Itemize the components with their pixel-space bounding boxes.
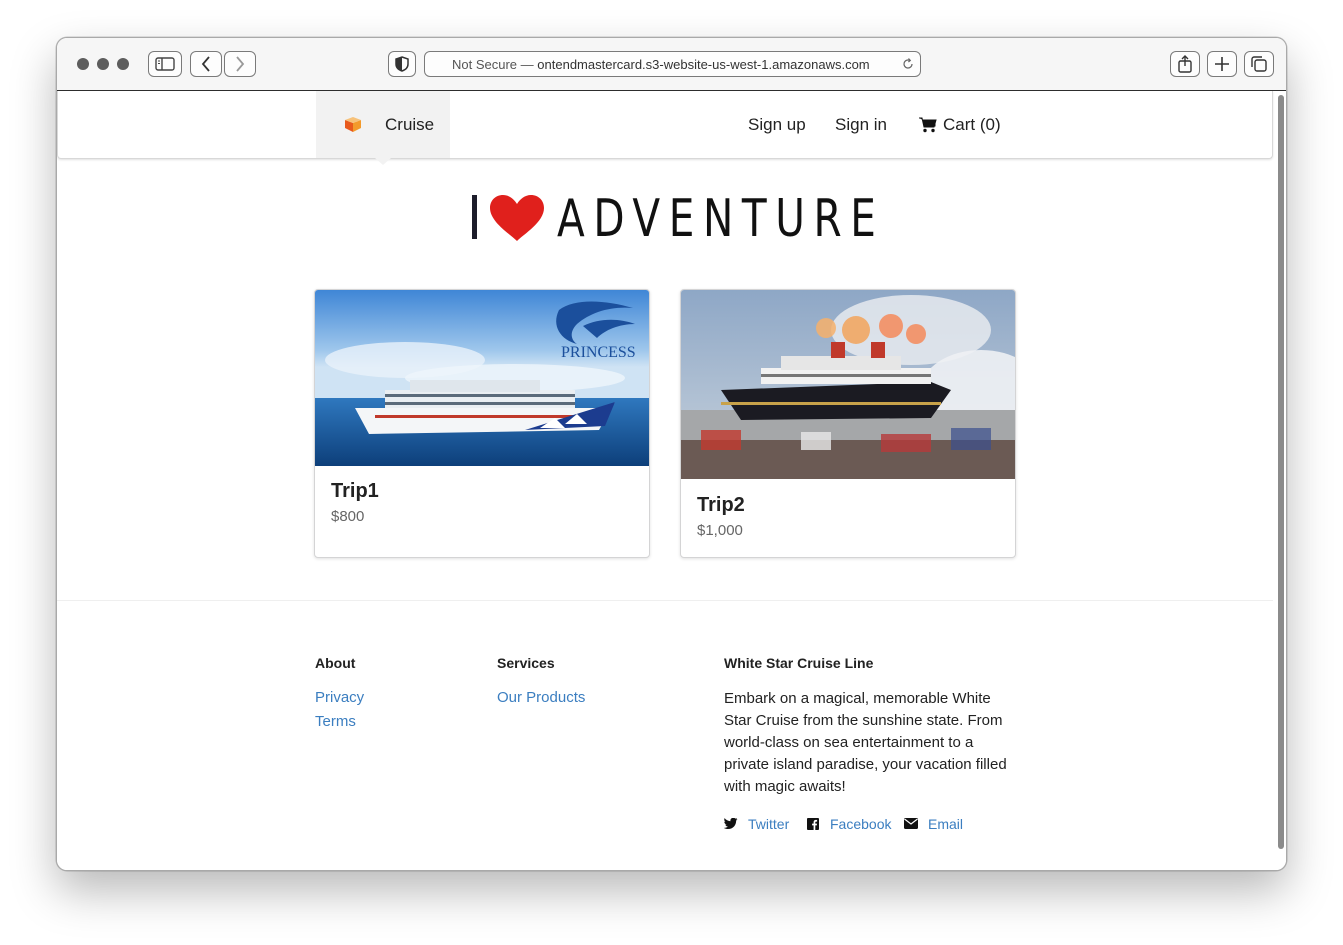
privacy-report-button[interactable]: [388, 51, 416, 77]
hero-word: ADVENTURE: [557, 189, 885, 249]
facebook-link[interactable]: Facebook: [830, 816, 891, 832]
shopping-cart-icon[interactable]: [919, 117, 937, 133]
sign-in-link[interactable]: Sign in: [835, 115, 887, 135]
sidebar-toggle-button[interactable]: [148, 51, 182, 77]
trip-card[interactable]: Trip2 $1,000: [680, 289, 1016, 558]
footer-company-heading: White Star Cruise Line: [724, 655, 874, 671]
browser-toolbar: Not Secure — ontendmastercard.s3-website…: [57, 38, 1286, 91]
trip-price: $800: [331, 508, 365, 525]
trip-card[interactable]: PRINCESS Trip1 $800: [314, 289, 650, 558]
minimize-window-button[interactable]: [97, 58, 109, 70]
cruise-logo-icon: [345, 117, 361, 132]
vertical-scrollbar[interactable]: [1278, 95, 1284, 849]
facebook-icon[interactable]: [807, 818, 819, 830]
footer-about-heading: About: [315, 655, 356, 671]
plus-icon: [1215, 57, 1229, 71]
footer-services-heading: Services: [497, 655, 555, 671]
heart-icon: [490, 195, 544, 241]
share-icon: [1178, 55, 1192, 73]
address-url: ontendmastercard.s3-website-us-west-1.am…: [537, 56, 870, 72]
share-button[interactable]: [1170, 51, 1200, 77]
brand-label: Cruise: [385, 115, 435, 134]
twitter-link[interactable]: Twitter: [748, 816, 789, 832]
hero-heading: ADVENTURE: [57, 189, 1273, 249]
chevron-right-icon: [236, 56, 245, 72]
chevron-left-icon: [201, 56, 210, 72]
twitter-icon[interactable]: [724, 818, 738, 830]
terms-link[interactable]: Terms: [315, 713, 356, 730]
trip-price: $1,000: [697, 522, 743, 539]
our-products-link[interactable]: Our Products: [497, 689, 585, 706]
close-window-button[interactable]: [77, 58, 89, 70]
sidebar-icon: [155, 57, 175, 71]
hero-letter-i: [472, 195, 477, 239]
envelope-icon[interactable]: [904, 818, 918, 829]
page-viewport: Cruise Sign up Sign in Cart (0) ADVENTUR…: [57, 91, 1286, 870]
trip2-ship-image: [681, 290, 1015, 479]
forward-button[interactable]: [224, 51, 256, 77]
reload-icon[interactable]: [901, 57, 915, 71]
not-secure-label: Not Secure —: [452, 56, 534, 72]
new-tab-button[interactable]: [1207, 51, 1237, 77]
top-navbar: Cruise Sign up Sign in Cart (0): [57, 91, 1273, 159]
cart-link[interactable]: Cart (0): [943, 115, 1001, 135]
privacy-link[interactable]: Privacy: [315, 689, 364, 706]
princess-logo-text: PRINCESS: [561, 344, 636, 361]
trip1-ship-image: PRINCESS: [315, 290, 649, 466]
sign-up-link[interactable]: Sign up: [748, 115, 806, 135]
footer-company-description: Embark on a magical, memorable White Sta…: [724, 690, 1007, 795]
browser-window: Not Secure — ontendmastercard.s3-website…: [56, 37, 1287, 871]
footer-divider: [57, 600, 1273, 601]
email-link[interactable]: Email: [928, 816, 963, 832]
tabs-icon: [1251, 56, 1267, 72]
trip-title[interactable]: Trip2: [697, 494, 745, 517]
shield-icon: [395, 56, 409, 72]
back-button[interactable]: [190, 51, 222, 77]
trip-title[interactable]: Trip1: [331, 480, 379, 503]
zoom-window-button[interactable]: [117, 58, 129, 70]
tab-overview-button[interactable]: [1244, 51, 1274, 77]
active-menu-pointer: [375, 158, 391, 165]
address-bar[interactable]: Not Secure — ontendmastercard.s3-website…: [424, 51, 921, 77]
brand-menu-item[interactable]: Cruise: [316, 91, 450, 158]
